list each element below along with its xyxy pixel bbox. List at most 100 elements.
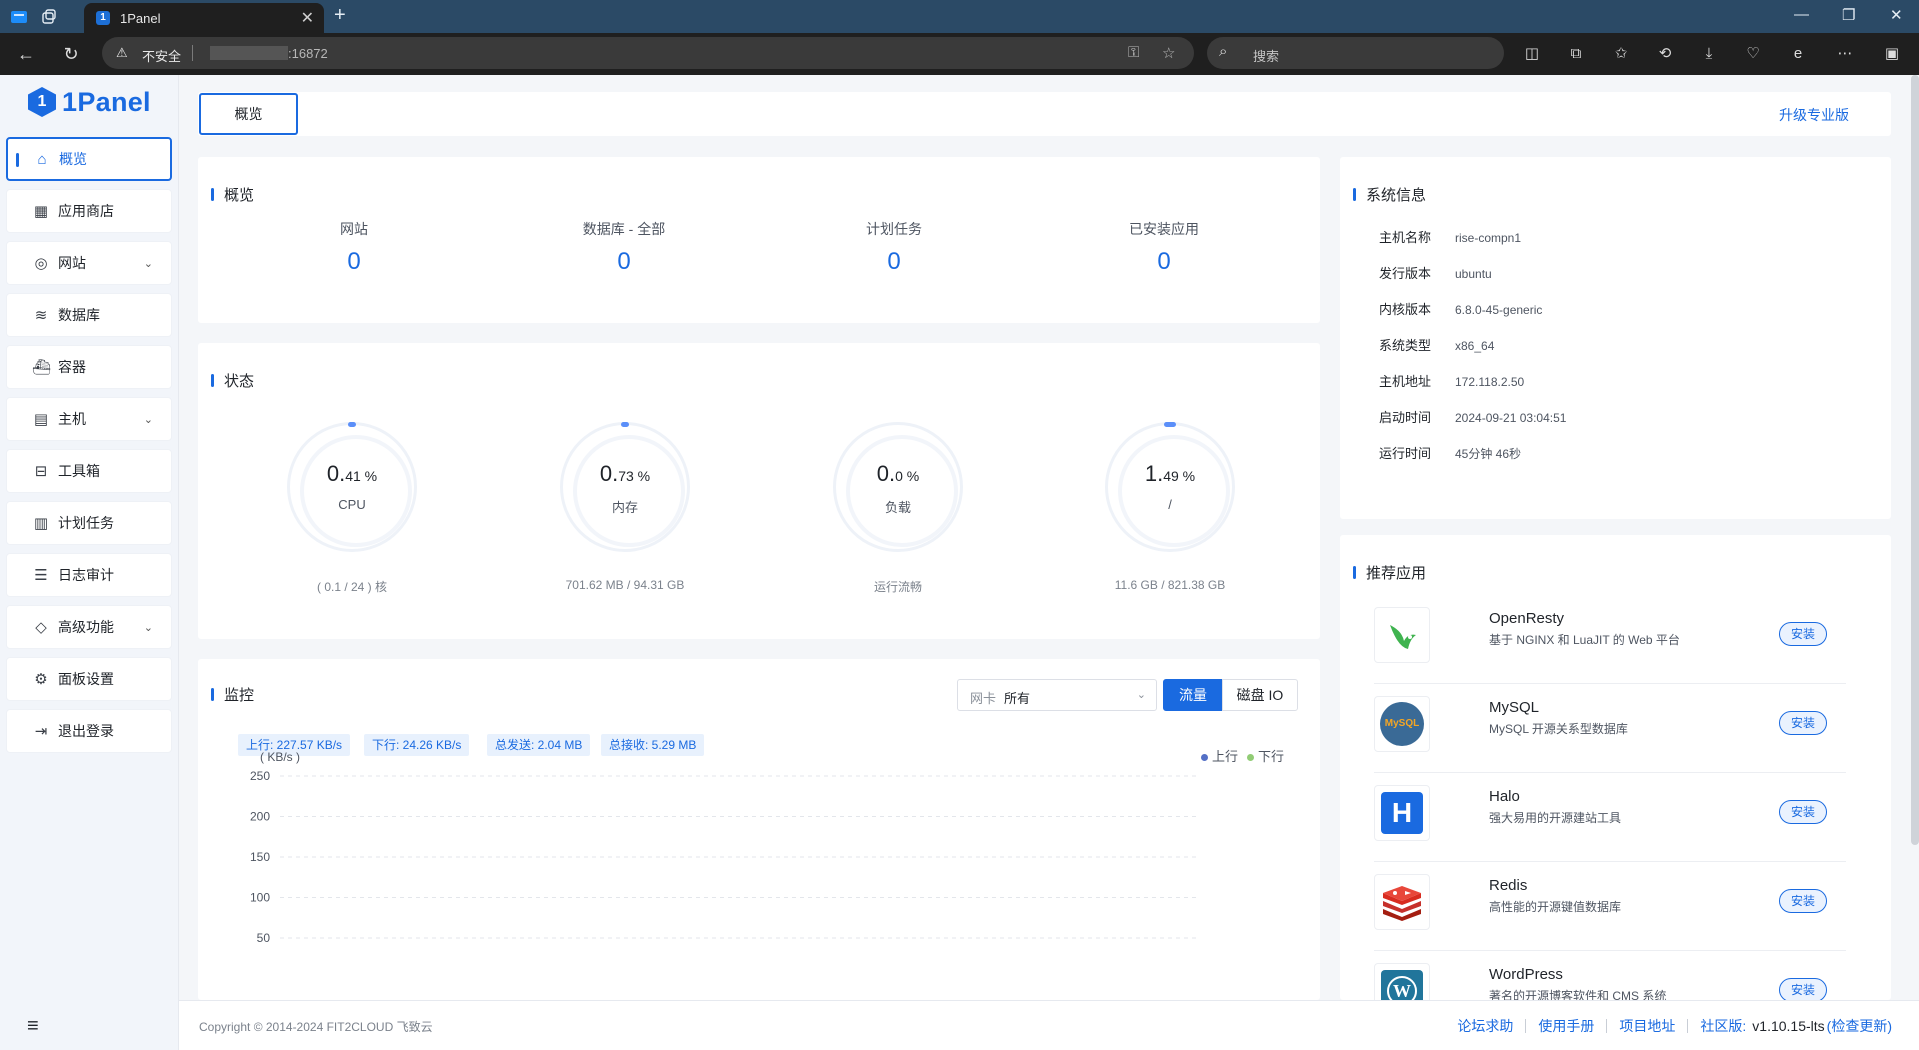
wordpress-icon: W xyxy=(1374,963,1430,1000)
sidebar-item-label: 主机 xyxy=(58,411,86,427)
sidebar-item-toolbox[interactable]: ⊟ 工具箱 xyxy=(6,449,172,493)
back-icon[interactable]: ← xyxy=(14,42,38,66)
sysinfo-value: x86_64 xyxy=(1455,339,1495,353)
close-window-icon[interactable]: ✕ xyxy=(1890,6,1903,24)
gauge-progress-mark xyxy=(348,422,356,427)
download-icon[interactable]: ⤓ xyxy=(1698,43,1720,65)
gauge-subtext: ( 0.1 / 24 ) 核 xyxy=(316,580,388,594)
sidebar-item-log-audit[interactable]: ☰ 日志审计 xyxy=(6,553,172,597)
logo-mark: 1 xyxy=(28,87,56,117)
app-name: WordPress xyxy=(1489,966,1563,983)
sidebar-item-website[interactable]: ◎ 网站 ⌄ xyxy=(6,241,172,285)
card-title: 系统信息 xyxy=(1352,184,1426,205)
check-update-link[interactable]: (检查更新) xyxy=(1827,1016,1892,1036)
key-icon[interactable]: ⚿ xyxy=(1128,44,1139,61)
warning-icon: ⚠ xyxy=(116,45,128,60)
gauge-disk[interactable]: 1.49 % / 11.6 GB / 821.38 GB xyxy=(1065,422,1275,592)
tab-title: 1Panel xyxy=(120,11,161,26)
sidebar-item-host[interactable]: ▤ 主机 ⌄ xyxy=(6,397,172,441)
sidebar-item-container[interactable]: ⛴ 容器 xyxy=(6,345,172,389)
collapse-menu-icon[interactable]: ≡ xyxy=(27,1015,39,1038)
restore-icon[interactable]: ❐ xyxy=(1842,6,1855,24)
gauge-memory[interactable]: 0.73 % 内存 701.62 MB / 94.31 GB xyxy=(520,422,730,592)
upgrade-pro-link[interactable]: 升级专业版 xyxy=(1779,105,1849,125)
search-icon: ⌕ xyxy=(1219,43,1228,60)
gauge-subtext: 11.6 GB / 821.38 GB xyxy=(1114,578,1226,592)
gauge-load[interactable]: 0.0 % 负载 运行流畅 xyxy=(793,422,1003,595)
more-icon[interactable]: ⋯ xyxy=(1834,43,1856,65)
stat-website[interactable]: 网站 0 xyxy=(254,219,454,276)
stat-database[interactable]: 数据库 - 全部 0 xyxy=(524,219,724,276)
grid-icon: ▦ xyxy=(33,203,49,220)
stat-label: 已安装应用 xyxy=(1129,221,1199,237)
sidebar-item-database[interactable]: ≋ 数据库 xyxy=(6,293,172,337)
reading-mode-icon[interactable]: ◫ xyxy=(1521,43,1543,65)
url-field[interactable]: ⚠ 不安全 :16872 ⚿ ☆ xyxy=(102,37,1194,69)
gauge-ring: 1.49 % / xyxy=(1105,422,1235,552)
install-button[interactable]: 安装 xyxy=(1779,622,1827,646)
sidebar-item-label: 容器 xyxy=(58,359,86,375)
sidebar-item-advanced[interactable]: ◇ 高级功能 ⌄ xyxy=(6,605,172,649)
project-link[interactable]: 项目地址 xyxy=(1619,1016,1675,1036)
sidebar-item-settings[interactable]: ⚙ 面板设置 xyxy=(6,657,172,701)
sysinfo-arch: 系统类型 x86_64 xyxy=(1379,335,1494,354)
extensions-icon[interactable]: ⧉ xyxy=(1565,43,1587,65)
sysinfo-uptime: 运行时间 45分钟 46秒 xyxy=(1379,443,1521,462)
install-button[interactable]: 安装 xyxy=(1779,978,1827,1000)
gauge-value-int: 0. xyxy=(326,461,346,486)
diamond-icon: ◇ xyxy=(35,619,47,636)
favorites-icon[interactable]: ✩ xyxy=(1610,43,1632,65)
browser-tab-active[interactable]: 1 1Panel ✕ xyxy=(84,3,324,33)
sidebar-item-label: 高级功能 xyxy=(58,619,114,635)
gauge-label: 负载 xyxy=(884,500,911,515)
health-icon[interactable]: ♡ xyxy=(1742,43,1764,65)
system-info-card: 系统信息 主机名称 rise-compn1 发行版本 ubuntu 内核版本 6.8.… xyxy=(1340,157,1891,519)
stat-installed-apps[interactable]: 已安装应用 0 xyxy=(1064,219,1264,276)
install-button[interactable]: 安装 xyxy=(1779,889,1827,913)
tab-overview[interactable]: 概览 xyxy=(199,93,298,135)
search-placeholder: 搜索 xyxy=(1253,49,1280,64)
app-row-wordpress: W WordPress 著名的开源博客软件和 CMS 系统 安装 xyxy=(1374,951,1846,1000)
logo[interactable]: 1 1Panel xyxy=(28,85,151,119)
workspaces-icon[interactable] xyxy=(38,6,60,28)
new-tab-icon[interactable]: + xyxy=(334,4,346,27)
stat-cronjob[interactable]: 计划任务 0 xyxy=(794,219,994,276)
sysinfo-key: 运行时间 xyxy=(1379,446,1432,461)
app-row-redis: Redis 高性能的开源键值数据库 安装 xyxy=(1374,862,1846,951)
install-button[interactable]: 安装 xyxy=(1779,800,1827,824)
sidebar-item-cronjob[interactable]: ▥ 计划任务 xyxy=(6,501,172,545)
calendar-icon: ▥ xyxy=(33,515,49,532)
favorite-star-icon[interactable]: ☆ xyxy=(1162,44,1175,62)
sysinfo-key: 内核版本 xyxy=(1379,302,1432,317)
sidebar-item-label: 网站 xyxy=(58,255,86,271)
minimize-icon[interactable]: — xyxy=(1794,6,1809,23)
sidebar-item-logout[interactable]: ⇥ 退出登录 xyxy=(6,709,172,753)
sidebar-toggle-icon[interactable]: ▣ xyxy=(1881,43,1903,65)
browser-profile-icon[interactable] xyxy=(8,6,30,28)
reload-icon[interactable]: ↻ xyxy=(59,42,83,66)
gauge-label: CPU xyxy=(338,497,366,512)
insecure-label: 不安全 xyxy=(142,49,182,64)
forum-link[interactable]: 论坛求助 xyxy=(1457,1016,1513,1036)
sidebar-item-appstore[interactable]: ▦ 应用商店 xyxy=(6,189,172,233)
manual-link[interactable]: 使用手册 xyxy=(1538,1016,1594,1036)
app-description: MySQL 开源关系型数据库 xyxy=(1489,722,1628,736)
gear-icon: ⚙ xyxy=(34,671,48,688)
sysinfo-value: rise-compn1 xyxy=(1455,231,1522,245)
app-name: MySQL xyxy=(1489,699,1540,716)
tab-close-icon[interactable]: ✕ xyxy=(301,8,314,28)
page-scrollbar[interactable] xyxy=(1911,75,1919,845)
sysinfo-kernel: 内核版本 6.8.0-45-generic xyxy=(1379,299,1542,318)
sidebar-item-label: 面板设置 xyxy=(58,671,114,687)
install-button[interactable]: 安装 xyxy=(1779,711,1827,735)
logout-icon: ⇥ xyxy=(34,723,48,740)
app-name: OpenResty xyxy=(1489,610,1565,627)
browser-search-field[interactable]: ⌕ 搜索 xyxy=(1207,37,1504,69)
gauge-progress-mark xyxy=(1164,422,1176,427)
gauge-label: / xyxy=(1168,497,1172,512)
edge-icon[interactable]: e xyxy=(1787,43,1809,65)
sidebar-item-overview[interactable]: ⌂ 概览 xyxy=(6,137,172,181)
stat-label: 数据库 - 全部 xyxy=(582,221,666,237)
history-icon[interactable]: ⟲ xyxy=(1654,43,1676,65)
gauge-cpu[interactable]: 0.41 % CPU ( 0.1 / 24 ) 核 xyxy=(247,422,457,595)
